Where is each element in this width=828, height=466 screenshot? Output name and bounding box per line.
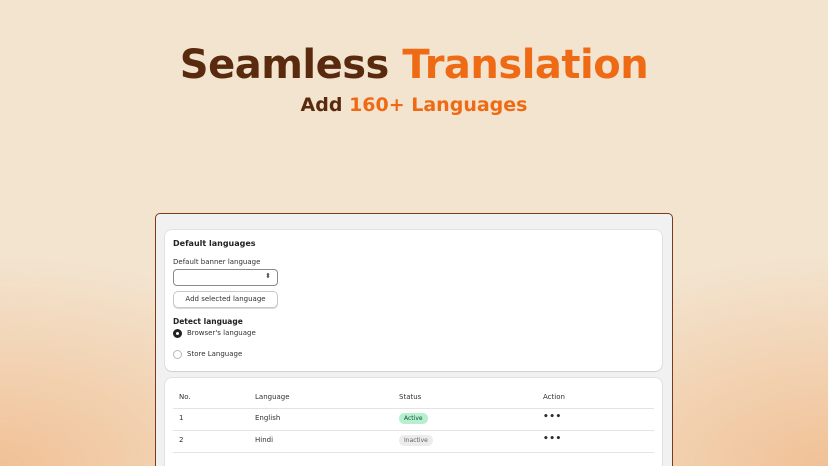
column-header-action: Action [543,393,565,401]
radio-unchecked-icon[interactable] [173,350,182,359]
header-divider [173,408,654,409]
hero-subtitle: Add 160+ Languages [0,94,828,116]
hero-title-part2: Translation [402,42,649,88]
add-selected-language-button[interactable]: Add selected language [173,291,278,308]
default-languages-card: Default languages Default banner languag… [165,230,662,371]
radio-checked-icon[interactable] [173,329,182,338]
more-horizontal-icon[interactable]: ••• [543,412,562,422]
select-chevron-icon: ⬍ [265,272,271,280]
hero-subtitle-part2: 160+ Languages [349,94,528,116]
column-header-no: No. [179,393,191,401]
banner-language-label: Default banner language [173,258,261,266]
hero-title-part1: Seamless [179,42,390,88]
more-horizontal-icon[interactable]: ••• [543,434,562,444]
row-divider [173,452,654,453]
status-badge-active: Active [399,413,428,424]
section-title: Default languages [173,239,256,248]
languages-table-card: No. Language Status Action 1 English Act… [165,378,662,466]
hero-title: Seamless Translation [0,42,828,88]
cell-no: 2 [179,436,184,444]
banner-language-select[interactable]: ⬍ [173,269,278,286]
row-divider [173,430,654,431]
radio-label: Browser's language [187,329,256,337]
status-badge-inactive: Inactive [399,435,433,446]
column-header-status: Status [399,393,422,401]
app-window: Default languages Default banner languag… [155,213,673,466]
cell-language: English [255,414,281,422]
cell-language: Hindi [255,436,274,444]
detect-language-title: Detect language [173,317,243,326]
hero-subtitle-part1: Add [300,94,343,116]
radio-label: Store Language [187,350,243,358]
cell-no: 1 [179,414,184,422]
column-header-language: Language [255,393,290,401]
